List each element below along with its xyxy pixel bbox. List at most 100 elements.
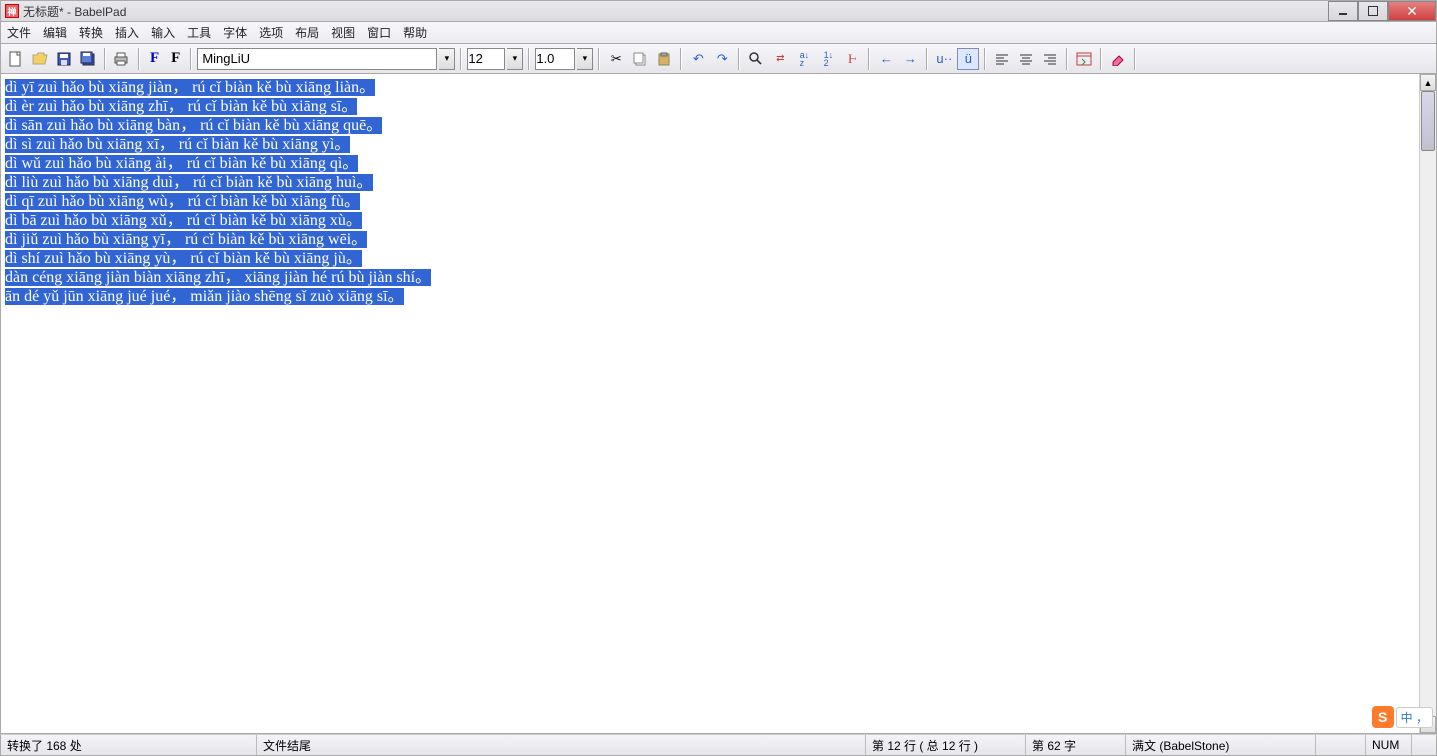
- editor-line[interactable]: dì èr zuì hǎo bù xiāng zhī， rú cǐ biàn k…: [5, 97, 1415, 116]
- editor-line-text[interactable]: dì sān zuì hǎo bù xiāng bàn， rú cǐ biàn …: [5, 117, 382, 134]
- font-style-button[interactable]: F: [166, 48, 185, 70]
- editor-line-text[interactable]: ān dé yǔ jūn xiāng jué jué， miǎn jiào sh…: [5, 288, 404, 305]
- toolbar-separator: [926, 48, 928, 70]
- editor-line-text[interactable]: dì shí zuì hǎo bù xiāng yù， rú cǐ biàn k…: [5, 250, 362, 267]
- editor-line[interactable]: dì liù zuì hǎo bù xiāng duì， rú cǐ biàn …: [5, 173, 1415, 192]
- menu-window[interactable]: 窗口: [367, 24, 391, 41]
- menubar: 文件 编辑 转换 插入 输入 工具 字体 选项 布局 视图 窗口 帮助: [0, 22, 1437, 44]
- align-center-button[interactable]: [1015, 48, 1037, 70]
- find-button[interactable]: [745, 48, 767, 70]
- editor-line[interactable]: dì sì zuì hǎo bù xiāng xī， rú cǐ biàn kě…: [5, 135, 1415, 154]
- arrow-right-button[interactable]: →: [899, 48, 921, 70]
- editor-line-text[interactable]: dì liù zuì hǎo bù xiāng duì， rú cǐ biàn …: [5, 174, 373, 191]
- toolbar-separator: [1066, 48, 1068, 70]
- paste-button[interactable]: [653, 48, 675, 70]
- editor-line[interactable]: dì bā zuì hǎo bù xiāng xǔ， rú cǐ biàn kě…: [5, 211, 1415, 230]
- redo-button[interactable]: ↷: [711, 48, 733, 70]
- editor-line-text[interactable]: dàn céng xiāng jiàn biàn xiāng zhī， xiān…: [5, 269, 431, 286]
- font-size-select[interactable]: [467, 48, 505, 70]
- cut-button[interactable]: ✂: [605, 48, 627, 70]
- print-button[interactable]: [111, 48, 133, 70]
- status-left: 转换了 168 处: [1, 735, 257, 755]
- menu-tools[interactable]: 工具: [187, 24, 211, 41]
- eraser-button[interactable]: [1107, 48, 1129, 70]
- scroll-track[interactable]: [1420, 91, 1436, 716]
- vertical-scrollbar[interactable]: ▲ ▼: [1419, 74, 1436, 733]
- scroll-up-button[interactable]: ▲: [1420, 74, 1436, 91]
- new-file-button[interactable]: [5, 48, 27, 70]
- status-line: 第 12 行 ( 总 12 行 ): [866, 735, 1026, 755]
- toolbar-separator: [984, 48, 986, 70]
- save-button[interactable]: [53, 48, 75, 70]
- line-spacing-dropdown-icon[interactable]: ▾: [577, 48, 593, 70]
- editor-line-text[interactable]: dì yī zuì hǎo bù xiāng jiàn， rú cǐ biàn …: [5, 79, 375, 96]
- editor-line[interactable]: dì wǔ zuì hǎo bù xiāng ài， rú cǐ biàn kě…: [5, 154, 1415, 173]
- editor-line-text[interactable]: dì èr zuì hǎo bù xiāng zhī， rú cǐ biàn k…: [5, 98, 357, 115]
- toggle-panel-button[interactable]: [1073, 48, 1095, 70]
- sort-12-button[interactable]: 1↓2: [817, 48, 839, 70]
- toolbar: F F ▾ ▾ ▾ ✂ ↶ ↷ ⇄ a↓z 1↓2 Ⱶ ← → u·· ü: [0, 44, 1437, 74]
- menu-font[interactable]: 字体: [223, 24, 247, 41]
- editor-line[interactable]: dì qī zuì hǎo bù xiāng wù， rú cǐ biàn kě…: [5, 192, 1415, 211]
- u-dot-button[interactable]: u··: [933, 48, 955, 70]
- sort-az-button[interactable]: a↓z: [793, 48, 815, 70]
- toolbar-separator: [104, 48, 106, 70]
- menu-view[interactable]: 视图: [331, 24, 355, 41]
- ime-brand-icon[interactable]: S: [1372, 706, 1394, 728]
- bold-button[interactable]: F: [145, 48, 164, 70]
- undo-button[interactable]: ↶: [687, 48, 709, 70]
- text-editor[interactable]: dì yī zuì hǎo bù xiāng jiàn， rú cǐ biàn …: [1, 74, 1419, 733]
- editor-line[interactable]: ān dé yǔ jūn xiāng jué jué， miǎn jiào sh…: [5, 287, 1415, 306]
- font-name-select[interactable]: [197, 48, 437, 70]
- align-left-button[interactable]: [991, 48, 1013, 70]
- open-file-button[interactable]: [29, 48, 51, 70]
- toolbar-separator: [868, 48, 870, 70]
- scroll-thumb[interactable]: [1421, 91, 1435, 151]
- status-num: NUM: [1366, 735, 1412, 755]
- han-button[interactable]: Ⱶ: [841, 48, 863, 70]
- editor-line[interactable]: dì sān zuì hǎo bù xiāng bàn， rú cǐ biàn …: [5, 116, 1415, 135]
- editor-line[interactable]: dì shí zuì hǎo bù xiāng yù， rú cǐ biàn k…: [5, 249, 1415, 268]
- menu-options[interactable]: 选项: [259, 24, 283, 41]
- menu-edit[interactable]: 编辑: [43, 24, 67, 41]
- maximize-button[interactable]: [1358, 1, 1388, 21]
- status-mid: 文件结尾: [257, 735, 866, 755]
- editor-line-text[interactable]: dì wǔ zuì hǎo bù xiāng ài， rú cǐ biàn kě…: [5, 155, 358, 172]
- editor-line-text[interactable]: dì qī zuì hǎo bù xiāng wù， rú cǐ biàn kě…: [5, 193, 360, 210]
- menu-layout[interactable]: 布局: [295, 24, 319, 41]
- ime-lang-label[interactable]: 中 ，: [1396, 707, 1433, 728]
- save-all-button[interactable]: [77, 48, 99, 70]
- copy-button[interactable]: [629, 48, 651, 70]
- menu-input[interactable]: 输入: [151, 24, 175, 41]
- status-col: 第 62 字: [1026, 735, 1126, 755]
- editor-line-text[interactable]: dì sì zuì hǎo bù xiāng xī， rú cǐ biàn kě…: [5, 136, 350, 153]
- close-button[interactable]: ✕: [1388, 1, 1436, 21]
- window-controls: ✕: [1328, 1, 1436, 21]
- font-size-dropdown-icon[interactable]: ▾: [507, 48, 523, 70]
- menu-insert[interactable]: 插入: [115, 24, 139, 41]
- arrow-left-button[interactable]: ←: [875, 48, 897, 70]
- ime-indicator[interactable]: S 中 ，: [1372, 706, 1433, 728]
- toolbar-separator: [460, 48, 462, 70]
- menu-help[interactable]: 帮助: [403, 24, 427, 41]
- line-spacing-select[interactable]: [535, 48, 575, 70]
- editor-line[interactable]: dì yī zuì hǎo bù xiāng jiàn， rú cǐ biàn …: [5, 78, 1415, 97]
- toolbar-separator: [738, 48, 740, 70]
- toolbar-separator: [190, 48, 192, 70]
- editor-line[interactable]: dàn céng xiāng jiàn biàn xiāng zhī， xiān…: [5, 268, 1415, 287]
- menu-file[interactable]: 文件: [7, 24, 31, 41]
- u-umlaut-button[interactable]: ü: [957, 48, 979, 70]
- font-name-dropdown-icon[interactable]: ▾: [439, 48, 455, 70]
- editor-line-text[interactable]: dì bā zuì hǎo bù xiāng xǔ， rú cǐ biàn kě…: [5, 212, 362, 229]
- toolbar-separator: [598, 48, 600, 70]
- replace-button[interactable]: ⇄: [769, 48, 791, 70]
- editor-line-text[interactable]: dì jiǔ zuì hǎo bù xiāng yī， rú cǐ biàn k…: [5, 231, 367, 248]
- toolbar-separator: [1100, 48, 1102, 70]
- align-right-button[interactable]: [1039, 48, 1061, 70]
- status-font-info: 满文 (BabelStone): [1126, 735, 1316, 755]
- editor-line[interactable]: dì jiǔ zuì hǎo bù xiāng yī， rú cǐ biàn k…: [5, 230, 1415, 249]
- minimize-button[interactable]: [1328, 1, 1358, 21]
- status-blank1: [1316, 735, 1366, 755]
- menu-convert[interactable]: 转换: [79, 24, 103, 41]
- toolbar-separator: [680, 48, 682, 70]
